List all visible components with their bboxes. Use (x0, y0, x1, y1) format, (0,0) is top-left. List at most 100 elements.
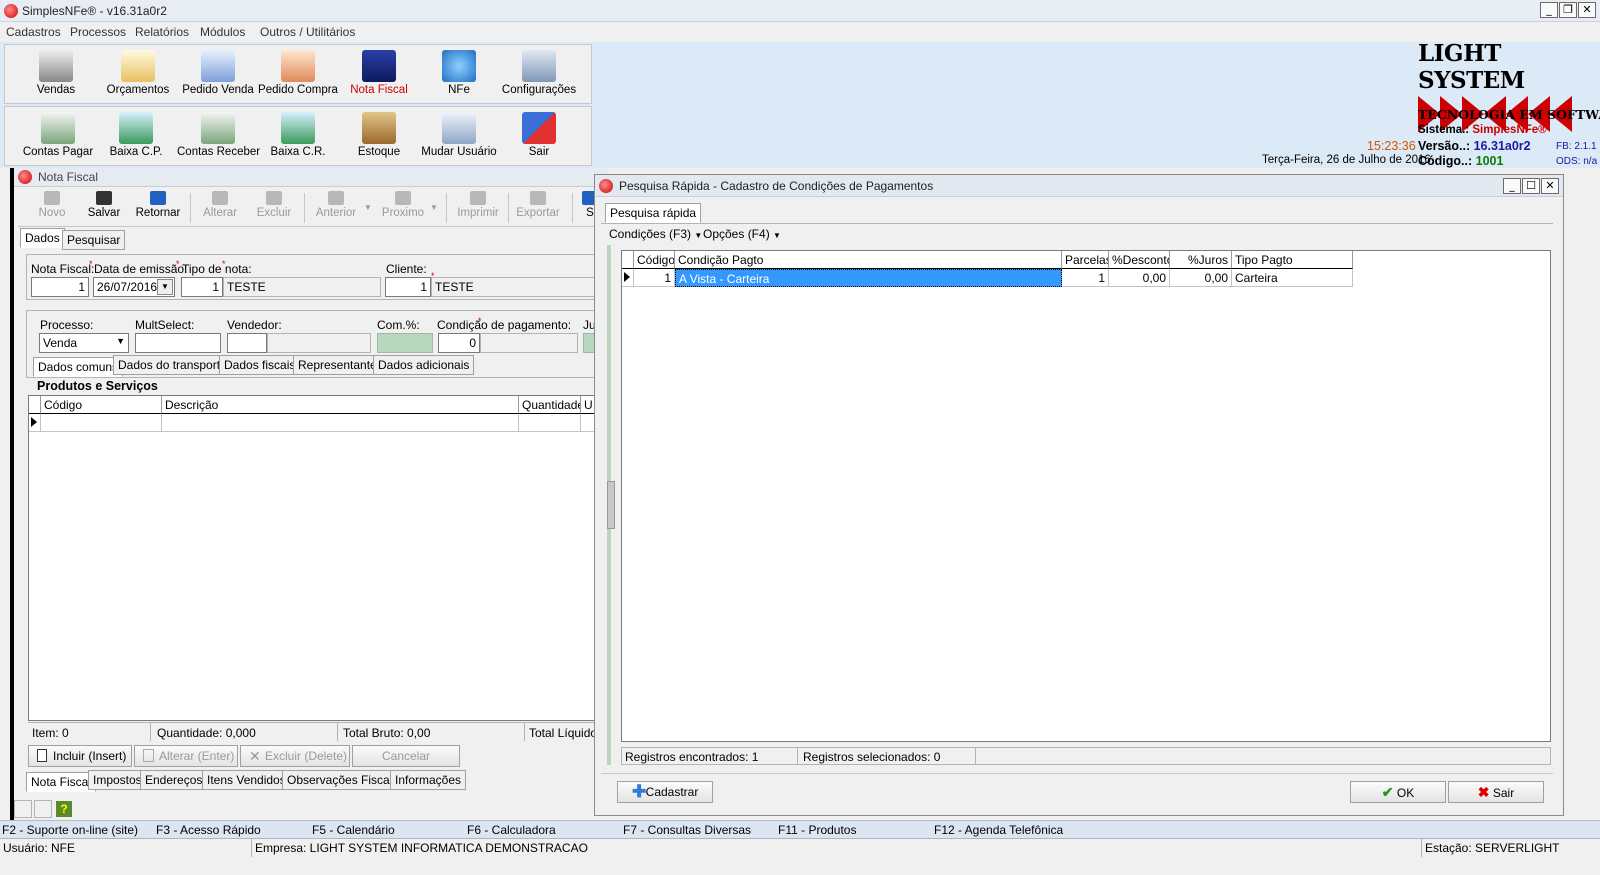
opcoes-menu[interactable]: Opções (F4) ▼ (703, 227, 781, 241)
alterar-button[interactable]: Alterar (198, 191, 242, 219)
exportar-button[interactable]: Exportar (514, 191, 562, 219)
tab-enderecos[interactable]: Endereços (140, 770, 208, 790)
proximo-dropdown-icon[interactable]: ▼ (430, 203, 438, 212)
multselect-field[interactable] (135, 333, 221, 353)
calendar-dropdown-icon[interactable]: ▼ (157, 279, 173, 295)
subtab-representante[interactable]: Representante (293, 355, 382, 375)
nfe-button[interactable]: NFe (418, 45, 500, 105)
condicoes-menu[interactable]: Condições (F3) ▼ (609, 227, 702, 241)
condicao-code-field[interactable]: 0 (438, 333, 480, 353)
ps-close-icon[interactable]: ✕ (1541, 178, 1559, 194)
table-row-condicao[interactable]: A Vista - Carteira (675, 269, 1062, 287)
condicao-desc-field (480, 333, 578, 353)
col-condicao-pagto[interactable]: Condição Pagto (675, 251, 1062, 269)
col-parcelas[interactable]: Parcelas (1062, 251, 1109, 269)
subtab-dados-adicionais[interactable]: Dados adicionais (373, 355, 475, 375)
pedido-venda-button[interactable]: Pedido Venda (177, 45, 259, 105)
col-desconto[interactable]: %Desconto (1109, 251, 1170, 269)
menu-modulos[interactable]: Módulos (200, 25, 245, 39)
cancelar-item-button[interactable]: Cancelar (352, 745, 460, 767)
col-descricao[interactable]: Descrição (162, 396, 519, 414)
ps-sair-button[interactable]: ✖ Sair (1448, 781, 1544, 803)
col-codigo[interactable]: Código (41, 396, 162, 414)
tipo-nota-code-field[interactable]: 1 (181, 277, 223, 297)
cliente-code-field[interactable]: 1 (385, 277, 431, 297)
delete-icon (266, 191, 282, 205)
proximo-button[interactable]: Proximo (380, 191, 426, 219)
restore-icon[interactable]: ❐ (1559, 2, 1577, 18)
baixa-cr-button[interactable]: Baixa C.R. (257, 107, 339, 167)
subtab-dados-comuns[interactable]: Dados comuns (33, 357, 124, 377)
data-emissao-field[interactable]: 26/07/2016 ▼ (93, 277, 175, 297)
subtab-dados-fiscais[interactable]: Dados fiscais (219, 355, 301, 375)
pedido-compra-button[interactable]: Pedido Compra (257, 45, 339, 105)
splitter-handle[interactable] (607, 481, 615, 529)
anterior-dropdown-icon[interactable]: ▼ (364, 203, 372, 212)
menu-relatorios[interactable]: Relatórios (135, 25, 189, 39)
tab-observacoes-fiscais[interactable]: Observações Fiscais (282, 770, 404, 790)
imprimir-button[interactable]: Imprimir (454, 191, 502, 219)
processo-select[interactable]: Venda ▼ (39, 333, 129, 353)
configuracoes-button[interactable]: Configurações (498, 45, 580, 105)
condicoes-grid[interactable]: Código Condição Pagto Parcelas %Desconto… (621, 250, 1551, 742)
fkey-f12[interactable]: F12 - Agenda Telefônica (934, 823, 1063, 837)
col-codigo[interactable]: Código (634, 251, 675, 269)
ps-minimize-icon[interactable]: _ (1503, 178, 1521, 194)
fkey-f6[interactable]: F6 - Calculadora (467, 823, 556, 837)
contas-receber-button[interactable]: Contas Receber (177, 107, 260, 167)
table-row-parcelas[interactable]: 1 (1062, 269, 1109, 287)
table-row-tipo[interactable]: Carteira (1232, 269, 1353, 287)
tab-dados[interactable]: Dados (20, 228, 65, 248)
tab-pesquisar[interactable]: Pesquisar (62, 230, 126, 250)
table-row-juros[interactable]: 0,00 (1170, 269, 1232, 287)
sair-button[interactable]: Sair (498, 107, 580, 167)
alterar-item-button[interactable]: Alterar (Enter) (134, 745, 238, 767)
col-juros[interactable]: %Juros (1170, 251, 1232, 269)
table-row-desconto[interactable]: 0,00 (1109, 269, 1170, 287)
tab-itens-vendidos[interactable]: Itens Vendidos (202, 770, 291, 790)
arrow-left-icon (328, 191, 344, 205)
tab-informacoes[interactable]: Informações (390, 770, 467, 790)
tab-nota-fiscal[interactable]: Nota Fiscal (26, 772, 97, 792)
contas-pagar-button[interactable]: Contas Pagar (17, 107, 99, 167)
fkey-f2[interactable]: F2 - Suporte on-line (site) (2, 823, 138, 837)
excluir-item-button[interactable]: ✕ Excluir (Delete) (240, 745, 350, 767)
table-row[interactable] (519, 414, 581, 432)
incluir-button[interactable]: Incluir (Insert) (28, 745, 132, 767)
table-row[interactable] (162, 414, 519, 432)
close-icon[interactable]: ✕ (1578, 2, 1596, 18)
retornar-button[interactable]: Retornar (134, 191, 182, 219)
novo-button[interactable]: Novo (34, 191, 70, 219)
mudar-usuario-button[interactable]: Mudar Usuário (418, 107, 500, 167)
menu-outros[interactable]: Outros / Utilitários (260, 25, 355, 39)
minimize-icon[interactable]: _ (1540, 2, 1558, 18)
anterior-button[interactable]: Anterior (312, 191, 360, 219)
col-tipo-pagto[interactable]: Tipo Pagto (1232, 251, 1353, 269)
fkey-f5[interactable]: F5 - Calendário (312, 823, 395, 837)
ps-maximize-icon[interactable]: ☐ (1522, 178, 1540, 194)
fkey-f11[interactable]: F11 - Produtos (778, 823, 856, 837)
orcamentos-button[interactable]: Orçamentos (97, 45, 179, 105)
menu-processos[interactable]: Processos (70, 25, 126, 39)
menu-cadastros[interactable]: Cadastros (6, 25, 61, 39)
table-row-codigo[interactable]: 1 (634, 269, 675, 287)
baixa-cp-button[interactable]: Baixa C.P. (95, 107, 177, 167)
nota-fiscal-button[interactable]: Nota Fiscal (338, 45, 420, 105)
nota-fiscal-field[interactable]: 1 (31, 277, 89, 297)
cadastrar-button[interactable]: ✚ Cadastrar (617, 781, 713, 803)
fkey-f3[interactable]: F3 - Acesso Rápido (156, 823, 261, 837)
subtab-dados-transporte[interactable]: Dados do transporte (113, 355, 232, 375)
vendas-button[interactable]: Vendas (15, 45, 97, 105)
col-quantidade[interactable]: Quantidade (519, 396, 581, 414)
help-icon[interactable]: ? (56, 801, 72, 817)
excluir-button[interactable]: Excluir (252, 191, 296, 219)
tab-pesquisa-rapida[interactable]: Pesquisa rápida (605, 203, 702, 223)
fkey-f7[interactable]: F7 - Consultas Diversas (623, 823, 751, 837)
tab-impostos[interactable]: Impostos (88, 770, 147, 790)
salvar-button[interactable]: Salvar (84, 191, 124, 219)
table-row[interactable] (41, 414, 162, 432)
produtos-grid[interactable]: Código Descrição Quantidade U (28, 395, 608, 721)
vendedor-code-field[interactable] (227, 333, 267, 353)
ok-button[interactable]: ✔ OK (1350, 781, 1446, 803)
estoque-button[interactable]: Estoque (338, 107, 420, 167)
